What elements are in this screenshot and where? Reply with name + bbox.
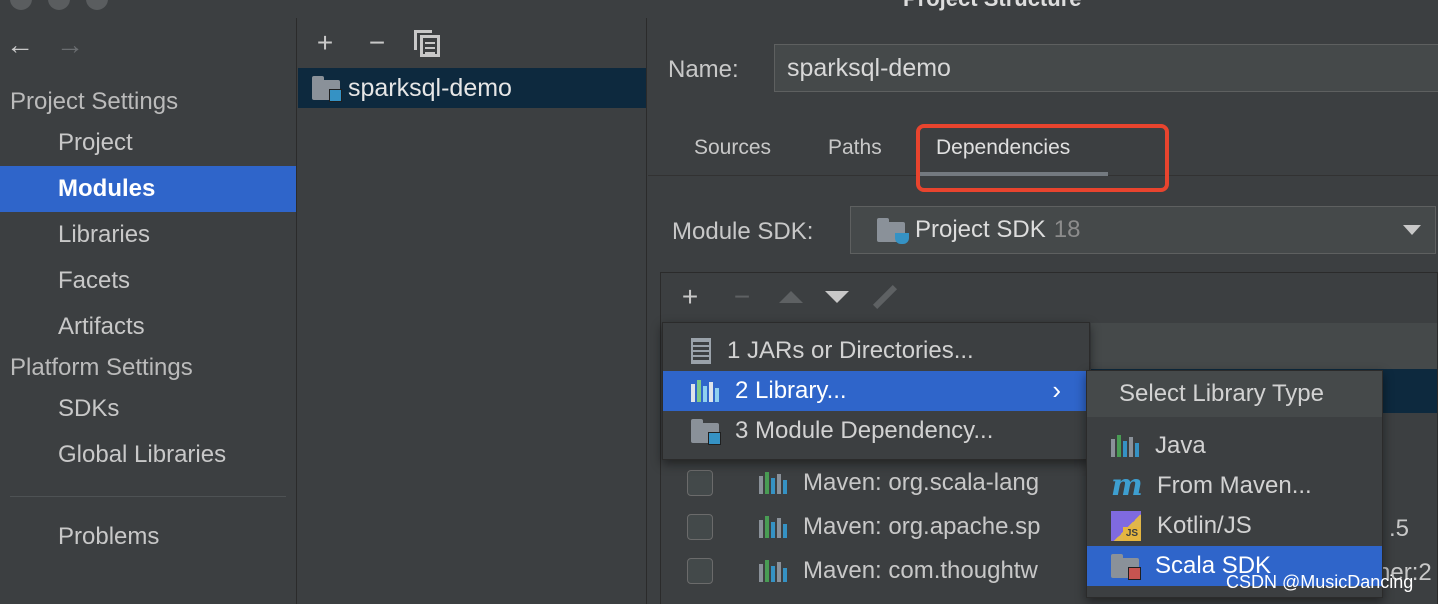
back-arrow-icon[interactable]: ←: [6, 31, 34, 59]
sidebar-item-project[interactable]: Project: [0, 120, 296, 166]
module-sdk-dropdown[interactable]: Project SDK 18: [850, 206, 1436, 254]
dependencies-table-header: [1091, 323, 1437, 369]
submenu-item-label: Kotlin/JS: [1157, 512, 1252, 539]
tab-sources[interactable]: Sources: [694, 136, 771, 160]
forward-arrow-icon[interactable]: →: [56, 31, 84, 59]
sidebar-item-artifacts[interactable]: Artifacts: [0, 304, 296, 350]
module-folder-icon: [691, 419, 721, 445]
menu-item-jars[interactable]: 1 JARs or Directories...: [663, 331, 1089, 371]
export-checkbox[interactable]: [687, 470, 713, 496]
chevron-down-icon[interactable]: [1403, 225, 1421, 235]
sidebar-item-facets[interactable]: Facets: [0, 258, 296, 304]
sidebar-item-sdks[interactable]: SDKs: [0, 386, 296, 432]
annotation-highlight-box: [916, 124, 1169, 192]
nav-arrows: ← →: [6, 30, 84, 60]
library-type-submenu: Select Library Type Java m From Maven...…: [1086, 370, 1383, 598]
remove-module-icon[interactable]: −: [362, 29, 392, 57]
module-tree-item[interactable]: sparksql-demo: [298, 68, 646, 108]
submenu-title: Select Library Type: [1087, 371, 1382, 417]
copy-module-icon[interactable]: [414, 30, 440, 57]
window-title: Project Structure: [903, 0, 1082, 12]
tab-paths[interactable]: Paths: [828, 136, 882, 160]
library-icon: [1111, 435, 1139, 457]
library-icon: [759, 516, 787, 538]
close-window-button[interactable]: [10, 0, 32, 10]
library-type-java[interactable]: Java: [1087, 426, 1382, 466]
remove-dependency-icon[interactable]: −: [727, 283, 757, 311]
menu-item-label: 1 JARs or Directories...: [727, 337, 974, 364]
dependency-name: Maven: com.thoughtw: [803, 557, 1038, 584]
menu-item-label: 3 Module Dependency...: [735, 417, 994, 444]
platform-settings-header: Platform Settings: [10, 354, 193, 381]
modules-panel: + − sparksql-demo: [298, 18, 647, 604]
dependency-name: Maven: org.apache.sp: [803, 513, 1041, 540]
minimize-window-button[interactable]: [48, 0, 70, 10]
maven-icon: m: [1111, 468, 1143, 503]
dependencies-toolbar: + −: [661, 273, 1437, 321]
move-up-icon[interactable]: [779, 291, 803, 303]
edit-pencil-icon[interactable]: [872, 284, 898, 310]
menu-item-module-dependency[interactable]: 3 Module Dependency...: [663, 411, 1089, 451]
sidebar-item-libraries[interactable]: Libraries: [0, 212, 296, 258]
library-icon: [759, 560, 787, 582]
settings-sidebar: ← → Project Settings Project Modules Lib…: [0, 18, 297, 604]
submenu-item-label: From Maven...: [1157, 472, 1312, 499]
project-settings-header: Project Settings: [10, 88, 179, 115]
window-title-bar: Project Structure: [0, 0, 1438, 18]
sidebar-item-modules[interactable]: Modules: [0, 166, 296, 212]
module-folder-icon: [312, 76, 342, 102]
sidebar-item-global-libraries[interactable]: Global Libraries: [0, 432, 296, 478]
module-name-field[interactable]: sparksql-demo: [774, 44, 1438, 92]
add-module-icon[interactable]: +: [310, 29, 340, 57]
chevron-right-icon: ›: [1052, 375, 1061, 405]
watermark: CSDN @MusicDancing: [1226, 572, 1414, 592]
dependency-scope-partial: .5: [1389, 515, 1410, 542]
library-type-kotlin-js[interactable]: JS Kotlin/JS: [1087, 506, 1382, 546]
archive-icon: [691, 338, 711, 364]
sdk-value: Project SDK 18: [915, 216, 1081, 243]
add-dependency-icon[interactable]: +: [675, 283, 705, 311]
move-down-icon[interactable]: [825, 291, 849, 303]
scala-sdk-icon: [1111, 554, 1141, 580]
export-checkbox[interactable]: [687, 514, 713, 540]
module-sdk-label: Module SDK:: [672, 218, 814, 245]
export-checkbox[interactable]: [687, 558, 713, 584]
add-dependency-menu: 1 JARs or Directories... 2 Library... › …: [662, 322, 1090, 460]
module-tree-label: sparksql-demo: [348, 73, 512, 102]
menu-item-label: 2 Library...: [735, 377, 847, 404]
zoom-window-button[interactable]: [86, 0, 108, 10]
menu-item-library[interactable]: 2 Library... ›: [663, 371, 1089, 411]
name-label: Name:: [668, 56, 739, 83]
sdk-folder-icon: [877, 218, 909, 244]
library-icon: [691, 380, 719, 402]
library-type-maven[interactable]: m From Maven...: [1087, 466, 1382, 506]
modules-toolbar: + −: [310, 26, 440, 60]
dependency-name: Maven: org.scala-lang: [803, 469, 1040, 496]
kotlin-js-icon: JS: [1111, 511, 1141, 541]
submenu-item-label: Java: [1155, 432, 1206, 459]
sidebar-item-problems[interactable]: Problems: [0, 514, 296, 560]
sdk-version: 18: [1053, 216, 1081, 243]
sidebar-divider: [10, 496, 286, 497]
library-icon: [759, 472, 787, 494]
